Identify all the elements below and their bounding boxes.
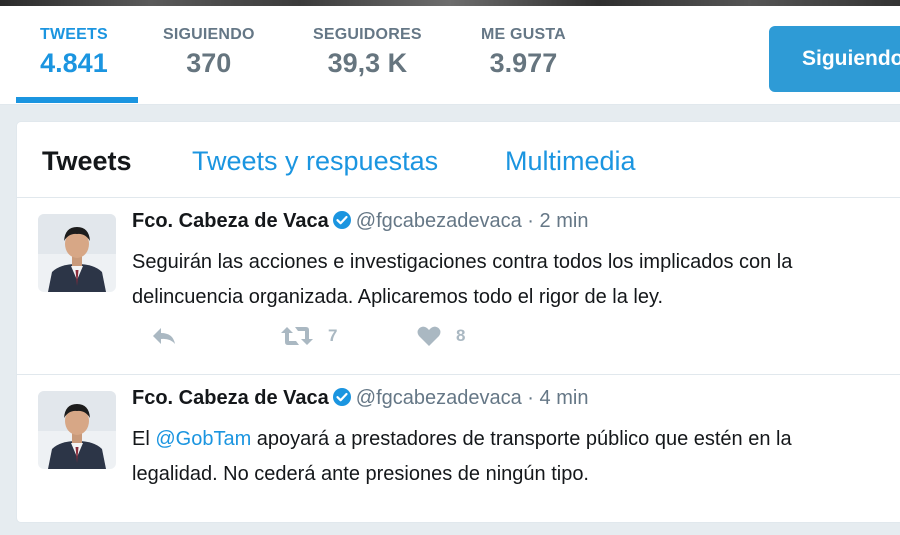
like-button[interactable]: 8	[416, 325, 465, 347]
stat-likes[interactable]: ME GUSTA 3.977	[481, 26, 566, 79]
reply-button[interactable]	[150, 325, 178, 347]
tweet-header: Fco. Cabeza de Vaca @fgcabezadevaca · 2 m…	[132, 210, 588, 236]
tweet-text-line: legalidad. No cederá ante presiones de n…	[132, 463, 589, 485]
tweet-text: El @GobTam apoyará a prestadores de tran…	[132, 422, 900, 492]
tab-media[interactable]: Multimedia	[505, 146, 636, 177]
tweet-text-line: delincuencia organizada. Aplicaremos tod…	[132, 286, 664, 308]
stat-tweets[interactable]: TWEETS 4.841	[40, 26, 108, 79]
tab-tweets-and-replies[interactable]: Tweets y respuestas	[192, 146, 438, 177]
retweet-button[interactable]: 7	[280, 325, 337, 347]
stat-tweets-value: 4.841	[40, 48, 108, 78]
timeline: Tweets Tweets y respuestas Multimedia Fc…	[16, 121, 900, 523]
avatar[interactable]	[38, 391, 116, 469]
stat-likes-label: ME GUSTA	[481, 26, 566, 43]
like-heart-icon	[416, 325, 442, 347]
stat-following[interactable]: SIGUIENDO 370	[163, 26, 255, 79]
stat-followers-value: 39,3 K	[327, 48, 408, 78]
tweet-author-handle[interactable]: @fgcabezadevaca	[356, 210, 522, 232]
tweet-timestamp[interactable]: 2 min	[540, 210, 589, 232]
reply-icon	[150, 325, 178, 347]
stat-tweets-label: TWEETS	[40, 26, 108, 43]
tab-tweets[interactable]: Tweets	[42, 146, 132, 177]
profile-nav: TWEETS 4.841 SIGUIENDO 370 SEGUIDORES 39…	[0, 6, 900, 105]
header-separator: ·	[527, 210, 534, 232]
mention-link[interactable]: @GobTam	[155, 428, 251, 450]
stat-followers[interactable]: SEGUIDORES 39,3 K	[313, 26, 422, 79]
tweet[interactable]: Fco. Cabeza de Vaca @fgcabezadevaca · 2 m…	[17, 198, 900, 375]
active-stat-indicator	[16, 97, 138, 103]
retweet-count: 7	[328, 326, 338, 345]
tweet-author-name[interactable]: Fco. Cabeza de Vaca	[132, 387, 329, 409]
tweet-text-line: El @GobTam apoyará a prestadores de tran…	[132, 422, 900, 457]
tweet-author-handle[interactable]: @fgcabezadevaca	[356, 387, 522, 409]
avatar[interactable]	[38, 214, 116, 292]
stat-following-value: 370	[186, 48, 232, 78]
tweet-author-name[interactable]: Fco. Cabeza de Vaca	[132, 210, 329, 232]
following-button[interactable]: Siguiendo	[769, 26, 900, 92]
stat-followers-label: SEGUIDORES	[313, 26, 422, 43]
tweet-text-prefix: El	[132, 428, 156, 450]
verified-badge-icon	[332, 387, 352, 413]
tweet-text-rest: apoyará a prestadores de transporte públ…	[251, 428, 792, 450]
stat-likes-value: 3.977	[489, 48, 558, 78]
timeline-tabs: Tweets Tweets y respuestas Multimedia	[17, 122, 900, 198]
tweet-text: Seguirán las acciones e investigaciones …	[132, 245, 900, 315]
stat-following-label: SIGUIENDO	[163, 26, 255, 43]
header-separator: ·	[527, 387, 534, 409]
tweet-text-line: Seguirán las acciones e investigaciones …	[132, 251, 793, 273]
verified-badge-icon	[332, 210, 352, 236]
tweet-timestamp[interactable]: 4 min	[540, 387, 589, 409]
retweet-icon	[280, 325, 314, 347]
tweet-header: Fco. Cabeza de Vaca @fgcabezadevaca · 4 m…	[132, 387, 588, 413]
like-count: 8	[456, 326, 466, 345]
tweet[interactable]: Fco. Cabeza de Vaca @fgcabezadevaca · 4 m…	[17, 375, 900, 535]
